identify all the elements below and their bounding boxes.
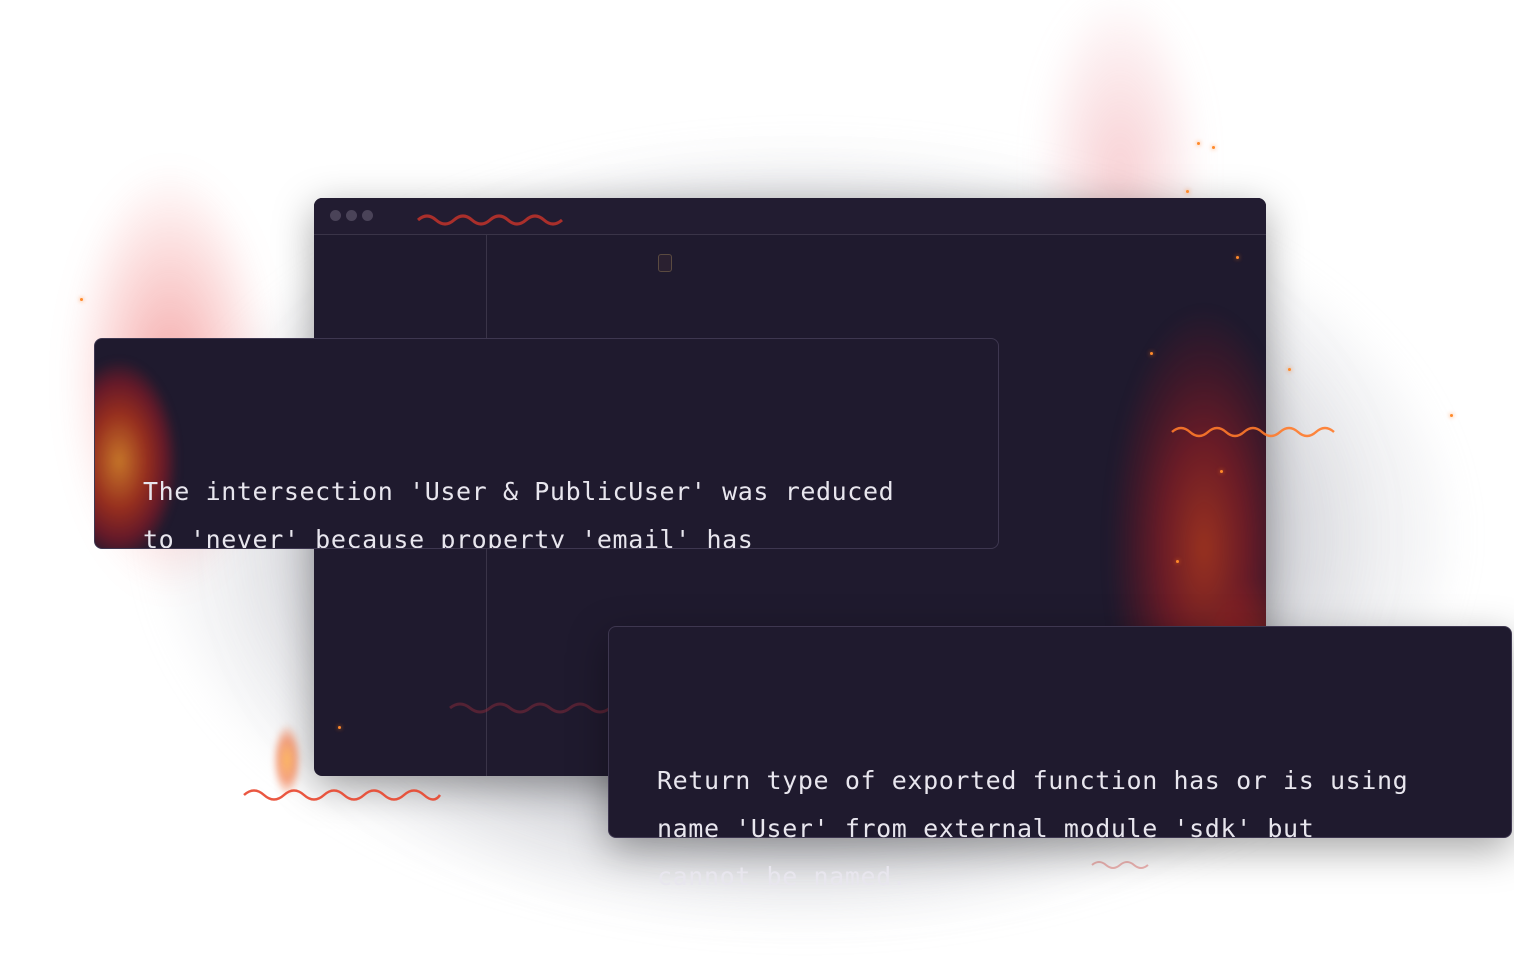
spark — [338, 726, 341, 729]
illustration-stage: The intersection 'User & PublicUser' was… — [0, 0, 1514, 966]
spark — [1150, 352, 1153, 355]
window-close-dot-icon[interactable] — [330, 210, 341, 221]
spark — [1186, 190, 1189, 193]
editor-squiggle-icon — [449, 702, 611, 714]
window-titlebar — [314, 198, 1266, 235]
error-tooltip-intersection: The intersection 'User & PublicUser' was… — [94, 338, 999, 549]
error-message: The intersection 'User & PublicUser' was… — [143, 477, 895, 549]
bottom-left-squiggle-icon — [243, 789, 442, 801]
window-minimize-dot-icon[interactable] — [346, 210, 357, 221]
spark — [1450, 414, 1453, 417]
spark — [1212, 146, 1215, 149]
spark — [1220, 470, 1223, 473]
titlebar-squiggle-icon — [417, 214, 563, 226]
window-maximize-dot-icon[interactable] — [362, 210, 373, 221]
error-tooltip-return-type: Return type of exported function has or … — [608, 626, 1512, 891]
spark — [1176, 560, 1179, 563]
spark — [80, 298, 83, 301]
right-squiggle-icon — [1171, 426, 1335, 438]
spark — [1236, 256, 1239, 259]
error-message: Return type of exported function has or … — [657, 766, 1409, 891]
file-icon — [658, 254, 672, 272]
spark — [1288, 368, 1291, 371]
spark — [1197, 142, 1200, 145]
